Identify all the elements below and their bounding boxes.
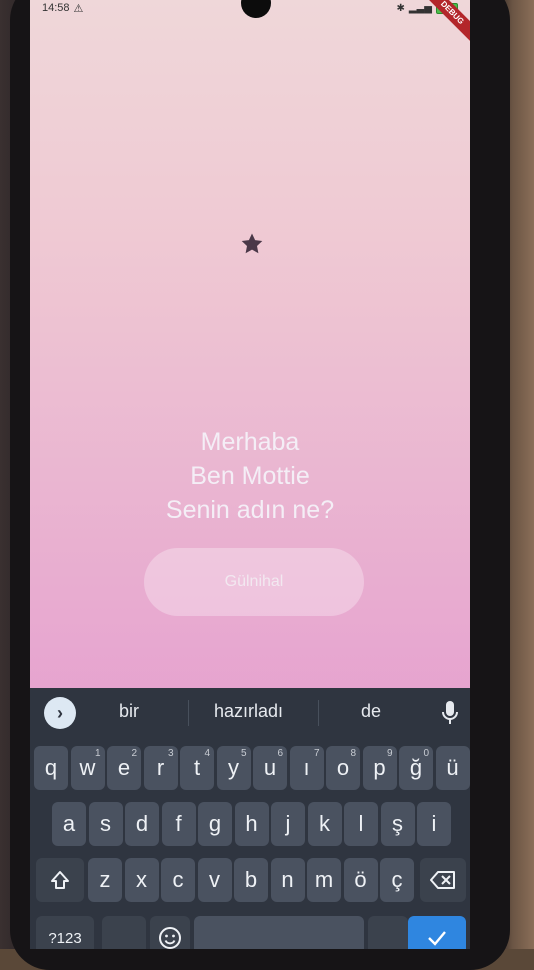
greeting-text: Merhaba Ben Mottie Senin adın ne? xyxy=(30,425,470,527)
backspace-key[interactable] xyxy=(420,858,466,902)
key-m[interactable]: m xyxy=(307,858,341,902)
key-x[interactable]: x xyxy=(124,858,159,902)
bluetooth-icon: ✱ xyxy=(396,2,405,14)
greeting-line-hello: Merhaba xyxy=(200,428,300,456)
enter-key[interactable] xyxy=(408,916,466,949)
key-c[interactable]: c xyxy=(161,858,195,902)
key-label: e xyxy=(117,755,131,780)
name-input[interactable]: Gülnihal xyxy=(144,548,364,616)
symbols-key[interactable]: ?123 xyxy=(36,916,94,949)
chevron-right-icon[interactable]: › xyxy=(44,697,76,729)
key-o[interactable]: o8 xyxy=(326,746,360,790)
key-label: o xyxy=(336,755,350,780)
key-s[interactable]: s xyxy=(88,802,123,846)
period-key[interactable] xyxy=(368,916,408,949)
key-b[interactable]: b xyxy=(234,858,268,902)
microphone-icon[interactable] xyxy=(442,700,458,726)
key-a[interactable]: a xyxy=(52,802,86,846)
key-t[interactable]: t4 xyxy=(180,746,214,790)
key-label: ü xyxy=(446,755,459,780)
key-ı[interactable]: ı7 xyxy=(289,746,324,790)
notification-icon: ⚠ xyxy=(73,2,84,15)
key-q[interactable]: q xyxy=(34,746,68,790)
suggestion-3[interactable]: de xyxy=(361,701,381,722)
key-ğ[interactable]: ğ0 xyxy=(399,746,433,790)
key-ş[interactable]: ş xyxy=(380,802,415,846)
key-number-hint: 6 xyxy=(277,748,283,759)
check-icon xyxy=(428,931,446,946)
soft-keyboard: › bir hazırladı de qw1e2r3t4y5u6ı7o8p9ğ0… xyxy=(30,688,470,949)
key-number-hint: 0 xyxy=(423,748,429,759)
star-icon xyxy=(241,233,263,254)
key-f[interactable]: f xyxy=(161,802,196,846)
key-number-hint: 2 xyxy=(131,748,137,759)
key-label: ğ xyxy=(409,755,423,780)
key-v[interactable]: v xyxy=(197,858,232,902)
greeting-line-question: Senin adın ne? xyxy=(165,496,335,524)
key-h[interactable]: h xyxy=(234,802,269,846)
key-number-hint: 3 xyxy=(167,748,174,759)
suggestion-2[interactable]: hazırladı xyxy=(214,701,283,722)
suggestion-bar: › bir hazırladı de xyxy=(30,688,470,738)
key-ü[interactable]: ü xyxy=(435,746,470,790)
key-ç[interactable]: ç xyxy=(380,858,414,902)
key-number-hint: 4 xyxy=(204,748,210,759)
name-input-value: Gülnihal xyxy=(224,573,284,590)
emoji-key[interactable] xyxy=(150,916,190,949)
key-n[interactable]: n xyxy=(270,858,305,902)
key-label: ı xyxy=(303,755,310,780)
key-l[interactable]: l xyxy=(344,802,378,846)
shift-icon xyxy=(51,871,69,889)
key-r[interactable]: r3 xyxy=(143,746,178,790)
suggestion-divider xyxy=(188,700,189,726)
signal-icon: ▂▃▅ xyxy=(408,2,432,14)
key-d[interactable]: d xyxy=(125,802,159,846)
key-label: p xyxy=(373,755,386,780)
key-label: r xyxy=(156,755,165,780)
greeting-line-intro: Ben Mottie xyxy=(190,462,310,490)
key-p[interactable]: p9 xyxy=(362,746,397,790)
suggestion-1[interactable]: bir xyxy=(119,701,139,722)
key-label: w xyxy=(79,755,96,780)
backspace-icon xyxy=(430,871,455,889)
key-label: u xyxy=(263,755,277,780)
key-number-hint: 8 xyxy=(350,748,356,759)
phone-screen: 14:58 ⚠ ✱ ▂▃▅ DEBUG Merhaba Ben Mottie S… xyxy=(30,0,470,949)
comma-key[interactable] xyxy=(102,916,146,949)
key-number-hint: 5 xyxy=(240,748,247,759)
key-w[interactable]: w1 xyxy=(70,746,105,790)
key-e[interactable]: e2 xyxy=(107,746,141,790)
status-time: 14:58 xyxy=(42,2,70,14)
key-ö[interactable]: ö xyxy=(343,858,378,902)
key-number-hint: 9 xyxy=(386,748,393,759)
key-label: y xyxy=(228,755,239,780)
key-y[interactable]: y5 xyxy=(216,746,251,790)
suggestion-divider xyxy=(318,700,319,726)
key-number-hint: 7 xyxy=(313,748,320,759)
key-k[interactable]: k xyxy=(307,802,342,846)
key-j[interactable]: j xyxy=(271,802,305,846)
key-number-hint: 1 xyxy=(94,748,101,759)
key-label: q xyxy=(44,755,58,780)
key-g[interactable]: g xyxy=(198,802,232,846)
key-i[interactable]: i xyxy=(417,802,451,846)
space-key[interactable] xyxy=(194,916,364,949)
emoji-icon xyxy=(159,927,181,949)
key-u[interactable]: u6 xyxy=(253,746,287,790)
key-label: t xyxy=(193,755,201,780)
key-z[interactable]: z xyxy=(88,858,122,902)
shift-key[interactable] xyxy=(36,858,84,902)
